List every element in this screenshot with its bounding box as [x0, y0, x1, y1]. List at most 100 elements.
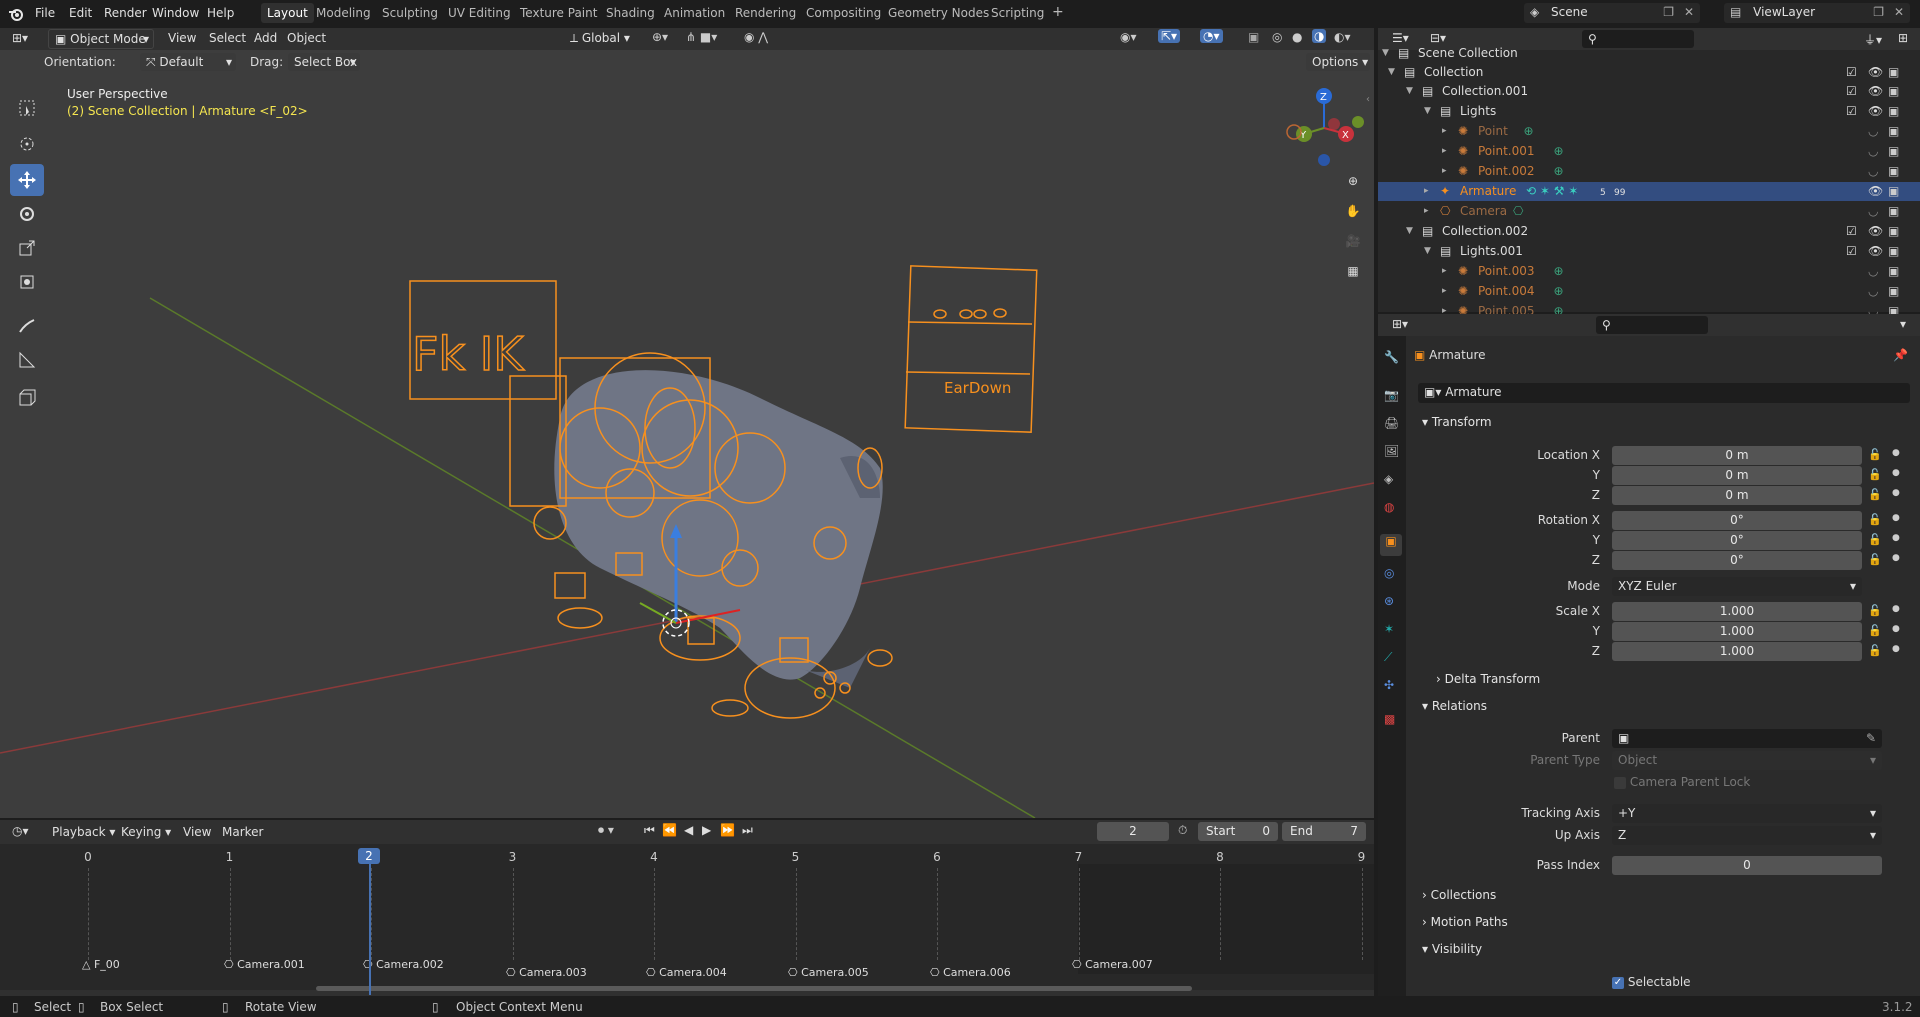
scene-properties-icon[interactable]: ◈ [1384, 472, 1393, 486]
properties-search-input[interactable]: ⚲ [1596, 316, 1708, 334]
pan-hand-icon[interactable]: ✋ [1340, 198, 1366, 224]
exclude-checkbox-icon[interactable]: ☑ [1846, 104, 1857, 118]
disclosure-triangle-icon[interactable]: ▼ [1388, 67, 1395, 77]
tab-texture-paint[interactable]: Texture Paint [520, 6, 597, 20]
frame-number-7[interactable]: 7 [1075, 850, 1083, 864]
hidden-eye-icon[interactable]: ◡ [1868, 284, 1878, 298]
eyedropper-icon[interactable]: ✎ [1866, 731, 1876, 745]
outliner-item-collection-001[interactable]: ▼ ▤ Collection.001 ☑ 👁 ▣ [1378, 82, 1908, 101]
scale-tool-icon[interactable] [10, 232, 44, 264]
selectable-checkbox[interactable]: ✓ Selectable [1612, 975, 1691, 989]
playhead-frame-badge[interactable]: 2 [358, 848, 380, 864]
render-properties-icon[interactable]: 📷 [1384, 388, 1399, 402]
timeline-marker[interactable]: ⎔ Camera.007 [1072, 958, 1153, 971]
keyframe-dot-icon[interactable]: ● [1892, 533, 1900, 543]
render-camera-icon[interactable]: ▣ [1888, 144, 1899, 158]
start-frame-field[interactable]: Start 0 [1198, 822, 1278, 841]
render-camera-icon[interactable]: ▣ [1888, 224, 1899, 238]
outliner-item-point-003[interactable]: ▸ ✺ Point.003 ◡ ▣ ⊕ [1378, 262, 1908, 281]
exclude-checkbox-icon[interactable]: ☑ [1846, 244, 1857, 258]
exclude-checkbox-icon[interactable]: ☑ [1846, 224, 1857, 238]
rotation-z-field[interactable]: 0° [1612, 551, 1862, 570]
pin-icon[interactable]: 📌 [1893, 348, 1908, 362]
jump-end-icon[interactable]: ⏭ [742, 823, 753, 838]
rotation-y-field[interactable]: 0° [1612, 531, 1862, 550]
timeline-marker[interactable]: ⎔ Camera.003 [506, 966, 587, 979]
keyframe-dot-icon[interactable]: ● [1892, 448, 1900, 458]
frame-number-8[interactable]: 8 [1216, 850, 1224, 864]
light-data-icon[interactable]: ⊕ [1554, 144, 1564, 158]
disclosure-triangle-icon[interactable]: ▸ [1442, 146, 1447, 156]
modifier-properties-icon[interactable]: ◎ [1384, 566, 1394, 580]
add-cube-tool-icon[interactable] [10, 382, 44, 414]
timeline-marker[interactable]: ⎔ Camera.002 [363, 958, 444, 971]
mode-selector[interactable]: ▣ Object Mode ▾ [48, 29, 154, 49]
parent-type-dropdown[interactable]: Object ▾ [1612, 751, 1882, 770]
visibility-icon[interactable]: ◉▾ [1120, 30, 1137, 44]
outliner-item-lights-001[interactable]: ▼ ▤ Lights.001 ☑ 👁 ▣ [1378, 242, 1908, 261]
pivot-icon[interactable]: ⊕▾ [652, 30, 668, 44]
delete-view-layer-icon[interactable]: ✕ [1894, 5, 1904, 19]
visible-eye-icon[interactable]: 👁 [1868, 84, 1883, 98]
tab-rendering[interactable]: Rendering [735, 6, 796, 20]
frame-number-9[interactable]: 9 [1358, 850, 1366, 864]
add-workspace-icon[interactable]: + [1052, 4, 1064, 20]
keyframe-dot-icon[interactable]: ● [1892, 604, 1900, 614]
scene-selector[interactable]: ◈ Scene ❐ ✕ [1524, 3, 1700, 23]
relations-panel-header[interactable]: ▾ Relations [1414, 699, 1910, 721]
outliner-item-collection[interactable]: ▼ ▤ Collection ☑ 👁 ▣ [1378, 63, 1908, 82]
disclosure-triangle-icon[interactable]: ▸ [1442, 266, 1447, 276]
keyframe-dot-icon[interactable]: ● [1892, 488, 1900, 498]
lock-icon[interactable]: 🔓 [1868, 448, 1882, 461]
location-y-field[interactable]: 0 m [1612, 466, 1862, 485]
outliner-item-point-001[interactable]: ▸ ✺ Point.001 ◡ ▣ ⊕ [1378, 142, 1908, 161]
frame-number-6[interactable]: 6 [933, 850, 941, 864]
world-properties-icon[interactable]: ◍ [1384, 500, 1394, 514]
disclosure-triangle-icon[interactable]: ▼ [1382, 48, 1389, 58]
outliner[interactable]: ☰▾ ⊟▾ ⚲ ⏚▾ ⊞ ▼ ▤ Scene Collection ▼ ▤ Collect… [1378, 28, 1920, 318]
physics-properties-icon[interactable]: ✶ [1384, 622, 1394, 636]
xray-icon[interactable]: ▣ [1248, 30, 1259, 44]
hidden-eye-icon[interactable]: ◡ [1868, 144, 1878, 158]
timeline-marker[interactable]: ⎔ Camera.004 [646, 966, 727, 979]
display-mode-icon[interactable]: ⊟▾ [1430, 31, 1446, 45]
lock-icon[interactable]: 🔓 [1868, 468, 1882, 481]
view-menu[interactable]: View [183, 825, 211, 839]
copy-view-layer-icon[interactable]: ❐ [1873, 5, 1884, 19]
menu-file[interactable]: File [35, 6, 55, 20]
menu-help[interactable]: Help [207, 6, 234, 20]
lock-icon[interactable]: 🔓 [1868, 644, 1882, 657]
timeline-marker[interactable]: △ F_00 [82, 958, 120, 971]
exclude-checkbox-icon[interactable]: ☑ [1846, 65, 1857, 79]
disclosure-triangle-icon[interactable]: ▼ [1424, 246, 1431, 256]
perspective-toggle-icon[interactable]: ▦ [1340, 258, 1366, 284]
shading-wireframe-icon[interactable]: ◎ [1272, 30, 1282, 44]
object-properties-icon[interactable]: ▣ [1380, 534, 1402, 556]
lock-icon[interactable]: 🔓 [1868, 553, 1882, 566]
viewport-3d[interactable]: Fk IK EarDown ⊞▾ ▣ Object Mode ▾ View Sel… [0, 28, 1374, 818]
frame-number-0[interactable]: 0 [84, 850, 92, 864]
timeline-marker[interactable]: ⎔ Camera.005 [788, 966, 869, 979]
outliner-item-point[interactable]: ▸ ✺ Point ◡ ▣ ⊕ [1378, 122, 1908, 141]
tab-shading[interactable]: Shading [606, 6, 655, 20]
visible-eye-icon[interactable]: 👁 [1868, 65, 1883, 79]
render-camera-icon[interactable]: ▣ [1888, 84, 1899, 98]
exclude-checkbox-icon[interactable]: ☑ [1846, 84, 1857, 98]
new-collection-icon[interactable]: ⊞ [1898, 31, 1908, 45]
select-box-tool-icon[interactable] [10, 92, 44, 124]
lock-icon[interactable]: 🔓 [1868, 624, 1882, 637]
zoom-icon[interactable]: ⊕ [1340, 168, 1366, 194]
disclosure-triangle-icon[interactable]: ▸ [1442, 286, 1447, 296]
playback-menu[interactable]: Playback ▾ [52, 825, 115, 839]
timeline-editor-type-icon[interactable]: ◷▾ [12, 824, 29, 838]
gizmo-toggle-icon[interactable]: ⇱▾ [1158, 29, 1181, 43]
snap-icon[interactable]: ⋔ ■▾ [686, 30, 717, 44]
keying-menu[interactable]: Keying ▾ [121, 825, 171, 839]
next-keyframe-icon[interactable]: ⏩ [720, 823, 735, 837]
marker-menu[interactable]: Marker [222, 825, 263, 839]
render-camera-icon[interactable]: ▣ [1888, 184, 1899, 198]
orientation-dropdown[interactable]: ⤧ Default ▾ [140, 53, 236, 71]
keyframe-dot-icon[interactable]: ● [1892, 513, 1900, 523]
collections-panel-header[interactable]: › Collections [1414, 888, 1910, 910]
camera-data-icon[interactable]: ⎔ [1513, 204, 1523, 218]
